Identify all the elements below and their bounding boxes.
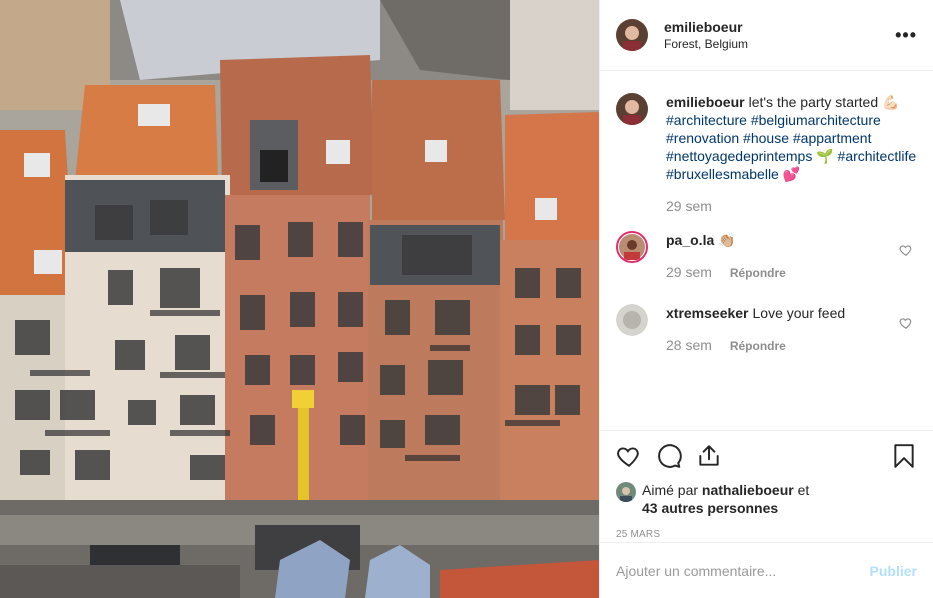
post-header: emilieboeur Forest, Belgium ••• (600, 0, 933, 71)
liker-username[interactable]: nathalieboeur (702, 482, 794, 498)
likes-summary: Aimé par nathalieboeur et 43 autres pers… (616, 481, 917, 517)
comment-text: 👏🏼 (718, 232, 736, 248)
caption-body: emilieboeur let's the party started 💪🏻 #a… (666, 93, 917, 215)
instagram-post: emilieboeur Forest, Belgium ••• emiliebo… (0, 0, 933, 598)
likes-prefix: Aimé par (642, 482, 699, 498)
comment-input[interactable] (616, 562, 870, 579)
building-facades-image (0, 0, 599, 598)
comment-username[interactable]: pa_o.la (666, 232, 714, 248)
comment-time[interactable]: 28 sem (666, 337, 712, 353)
comment-time[interactable]: 29 sem (666, 264, 712, 280)
commenter-avatar-image (619, 234, 645, 261)
commenter-avatar[interactable] (616, 231, 648, 263)
author-meta: emilieboeur Forest, Belgium (664, 19, 895, 51)
commenter-avatar[interactable] (616, 304, 648, 336)
caption-avatar-image (616, 93, 648, 125)
liker-avatar[interactable] (616, 482, 636, 502)
caption-time[interactable]: 29 sem (666, 198, 712, 214)
comment-footer: 28 sem Répondre (666, 336, 917, 355)
caption-avatar[interactable] (616, 93, 648, 125)
comment-item: pa_o.la 👏🏼 29 sem Répondre (616, 231, 917, 282)
caption-hashtags[interactable]: #architecture #belgiumarchitecture #reno… (666, 111, 917, 183)
reply-button[interactable]: Répondre (730, 266, 786, 280)
caption-text: let's the party started 💪🏻 (748, 94, 900, 110)
post-side-panel: emilieboeur Forest, Belgium ••• emiliebo… (599, 0, 933, 598)
share-icon[interactable] (696, 443, 722, 469)
author-avatar[interactable] (616, 19, 648, 51)
reply-button[interactable]: Répondre (730, 339, 786, 353)
comment-footer: 29 sem Répondre (666, 263, 917, 282)
comment-body: xtremseeker Love your feed 28 sem Répondr… (666, 304, 917, 355)
like-comment-heart-icon[interactable] (899, 243, 913, 257)
caption: emilieboeur let's the party started 💪🏻 #a… (616, 93, 917, 215)
like-comment-heart-icon[interactable] (899, 316, 913, 330)
commenter-avatar-image (616, 304, 648, 336)
post-photo[interactable] (0, 0, 599, 598)
action-icons-row (616, 441, 917, 471)
comment-body: pa_o.la 👏🏼 29 sem Répondre (666, 231, 917, 282)
likes-suffix: et (797, 482, 810, 498)
comment-item: xtremseeker Love your feed 28 sem Répondr… (616, 304, 917, 355)
more-options-icon[interactable]: ••• (895, 25, 917, 46)
comment-username[interactable]: xtremseeker (666, 305, 749, 321)
caption-footer: 29 sem (666, 197, 917, 215)
author-avatar-image (616, 19, 648, 51)
publish-button[interactable]: Publier (870, 563, 917, 579)
post-actions: Aimé par nathalieboeur et 43 autres pers… (600, 430, 933, 542)
caption-username[interactable]: emilieboeur (666, 94, 745, 110)
author-username[interactable]: emilieboeur (664, 19, 895, 35)
bookmark-icon[interactable] (891, 443, 917, 469)
post-date[interactable]: 25 MARS (616, 529, 917, 540)
add-comment-bar: Publier (600, 542, 933, 598)
comment-icon[interactable] (656, 443, 682, 469)
liker-avatar-image (616, 482, 636, 502)
heart-icon[interactable] (616, 443, 642, 469)
post-location[interactable]: Forest, Belgium (664, 37, 895, 51)
comments-list: emilieboeur let's the party started 💪🏻 #a… (600, 71, 933, 430)
likes-others[interactable]: 43 autres personnes (642, 500, 778, 516)
likes-text: Aimé par nathalieboeur et 43 autres pers… (642, 481, 809, 517)
comment-text: Love your feed (752, 305, 846, 321)
